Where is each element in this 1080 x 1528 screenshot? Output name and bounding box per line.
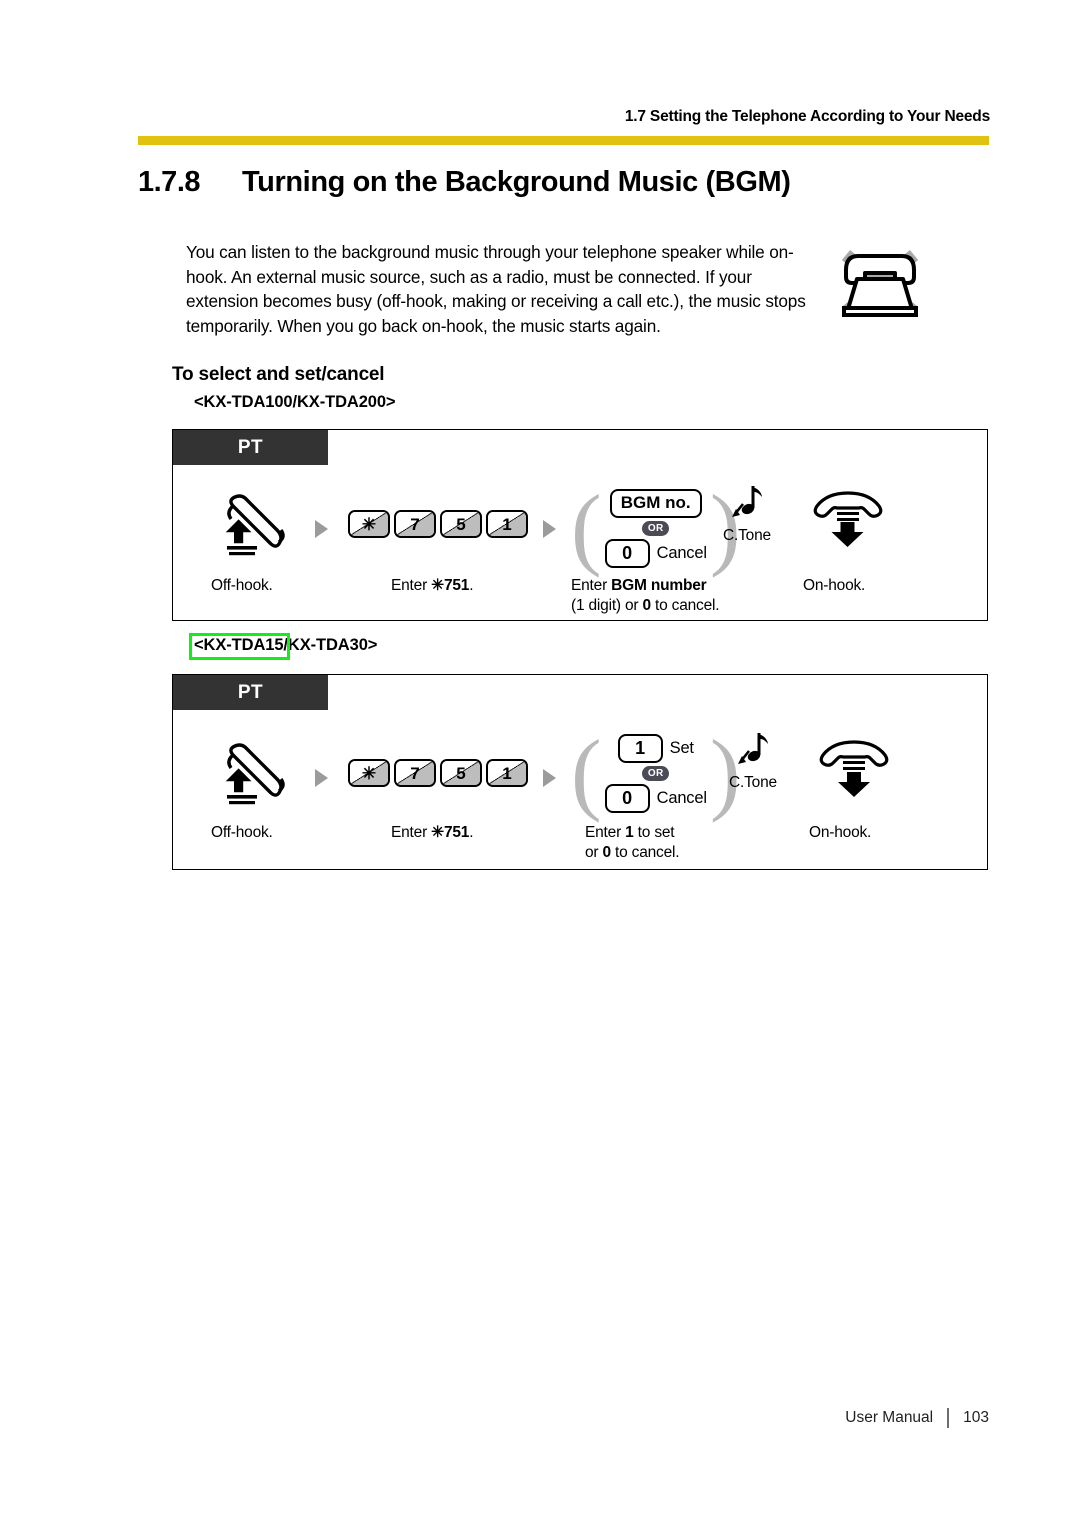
flow-arrow-1 [315,769,328,787]
caption-enter-prefix: Enter [391,824,432,841]
caption-choice-line2-bold: 0 [602,844,612,861]
caption-choice-line1-bold: BGM number [611,577,707,594]
key-7[interactable]: 7 [394,510,436,538]
key-5[interactable]: 5 [440,759,482,787]
or-badge: OR [642,520,670,536]
caption-enter-prefix: Enter [391,577,432,594]
key-5[interactable]: 5 [440,510,482,538]
caption-choice-line2-bold: 0 [642,597,651,614]
key-label: ✳ [361,514,377,534]
caption-choice-line1: Enter BGM number [571,576,719,596]
key-1[interactable]: 1 [486,510,528,538]
caption-choice-line2-post: to cancel. [610,844,680,861]
flow-arrow-2 [543,769,556,787]
caption-choice-line2: (1 digit) or 0 to cancel. [571,596,720,616]
subheading-to-select-and-set-cancel: To select and set/cancel [172,364,385,385]
caption-choice-line2: or 0 to cancel. [585,843,680,863]
model-line-1: <KX-TDA100/KX-TDA200> [194,393,396,411]
key-label: 7 [410,514,420,534]
section-heading: Turning on the Background Music (BGM) [242,166,791,198]
choice-option-set[interactable]: 1 Set [617,733,694,763]
step-offhook-icon [219,743,293,810]
page-footer: User Manual 103 [138,1408,989,1428]
ctone-label: C.Tone [729,774,777,791]
option-label-cancel: Cancel [656,788,707,807]
keypad-sequence: ✳ 7 5 1 [348,759,528,787]
step-offhook-icon [219,494,293,561]
keypad-sequence: ✳ 7 5 1 [348,510,528,538]
caption-offhook: Off-hook. [211,577,273,594]
option-key-1[interactable]: 1 [617,733,663,763]
flow-steps-row: ✳ 7 5 1 ( BGM no. OR 0 Cancel ) C.Tone [173,476,987,579]
choice-option-bgm-number[interactable]: BGM no. [609,488,702,518]
caption-choice: Enter BGM number (1 digit) or 0 to cance… [571,576,720,616]
flow-diagram-tda100-tda200: PT ✳ 7 5 1 (BGM no. OR 0 Cancel) C.Ton… [172,429,988,621]
flow-diagram-tda15-tda30: PT ✳ 7 5 1 ( 1 Set OR 0 Cancel) C.Tone … [172,674,988,870]
section-number: 1.7.8 [138,166,201,198]
brace-left: ( [571,476,602,579]
running-header: 1.7 Setting the Telephone According to Y… [138,108,990,126]
pt-tag: PT [173,430,328,465]
caption-enter-code-bold: ✳751 [431,824,470,841]
music-note-icon [737,733,768,764]
flow-steps-row: ✳ 7 5 1 ( 1 Set OR 0 Cancel ) C.Tone [173,721,987,824]
key-label: 7 [410,763,420,783]
running-header-text: 1.7 Setting the Telephone According to Y… [624,108,990,125]
option-key-bgm-no[interactable]: BGM no. [609,488,702,518]
caption-choice-line2-post: to cancel. [650,597,720,614]
key-asterisk[interactable]: ✳ [348,759,390,787]
caption-choice-line1-pre: Enter [585,824,626,841]
or-badge: OR [642,765,670,781]
choice-option-cancel[interactable]: 0 Cancel [604,538,707,568]
caption-choice-line1-pre: Enter [571,577,612,594]
key-label: ✳ [361,763,377,783]
intro-paragraph: You can listen to the background music t… [186,242,806,336]
caption-enter-suffix: . [469,577,474,594]
caption-choice-line1: Enter 1 to set [585,823,679,843]
caption-enter-code: Enter ✳751. [391,576,474,596]
caption-choice-line1-post: to set [633,824,675,841]
footer-manual-label: User Manual [845,1409,934,1426]
option-key-0[interactable]: 0 [604,538,650,568]
caption-enter-code-bold: ✳751 [431,577,470,594]
header-gold-rule [138,136,989,145]
key-label: 5 [456,514,466,534]
key-label: 5 [456,763,466,783]
choice-option-cancel[interactable]: 0 Cancel [604,783,707,813]
caption-enter-code: Enter ✳751. [391,823,474,843]
caption-choice-line1-bold: 1 [625,824,634,841]
option-label-set: Set [669,738,694,757]
pt-tag: PT [173,675,328,710]
flow-arrow-1 [315,520,328,538]
caption-choice-line2-pre: (1 digit) or [571,597,643,614]
key-label: 1 [502,514,512,534]
caption-onhook: On-hook. [803,577,866,594]
caption-choice: Enter 1 to set or 0 to cancel. [585,823,680,863]
telephone-not-available-icon [830,246,930,322]
footer-separator [947,1408,950,1428]
brace-left: ( [571,721,602,824]
music-note-icon [731,486,762,517]
caption-offhook: Off-hook. [211,824,273,841]
step-onhook-icon [811,488,885,555]
confirmation-tone: C.Tone [729,729,777,792]
caption-choice-line2-pre: or [585,844,603,861]
key-7[interactable]: 7 [394,759,436,787]
footer-page-number: 103 [963,1409,989,1426]
model-line-2: <KX-TDA15/KX-TDA30> [194,636,378,654]
page-title: 1.7.8 Turning on the Background Music (B… [138,166,998,199]
caption-onhook: On-hook. [809,824,872,841]
option-key-0[interactable]: 0 [604,783,650,813]
key-asterisk[interactable]: ✳ [348,510,390,538]
key-label: 1 [502,763,512,783]
option-label-cancel: Cancel [656,543,707,562]
caption-enter-suffix: . [469,824,474,841]
confirmation-tone: C.Tone [723,482,771,545]
key-1[interactable]: 1 [486,759,528,787]
ctone-label: C.Tone [723,527,771,544]
flow-arrow-2 [543,520,556,538]
step-onhook-icon [817,737,891,804]
